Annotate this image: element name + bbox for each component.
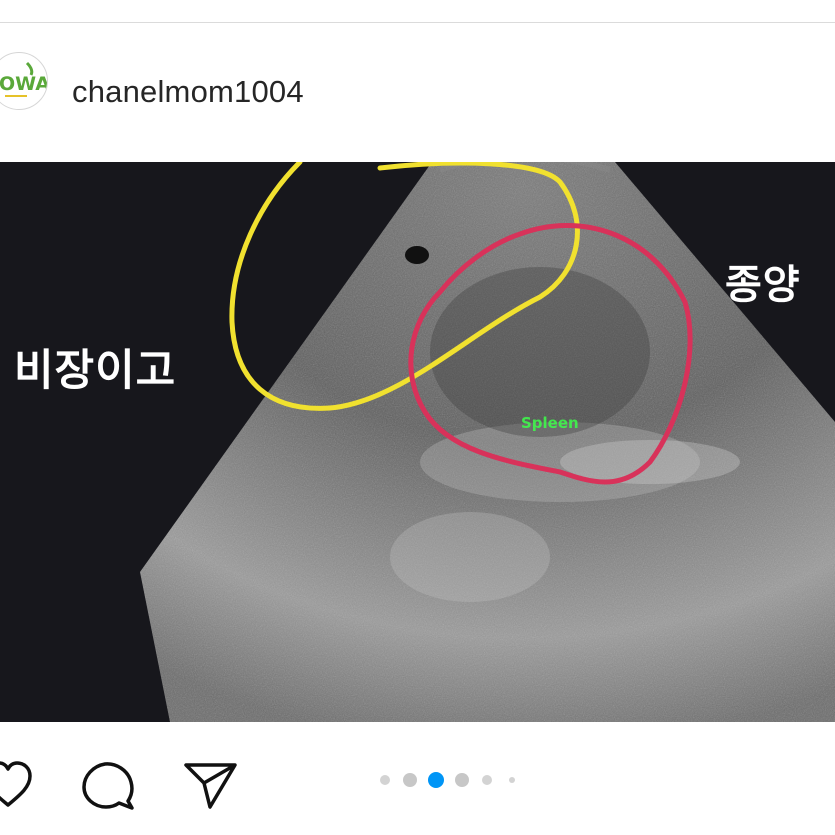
carousel-dot	[455, 773, 469, 787]
avatar-logo: OWA	[0, 54, 47, 108]
carousel-dot	[482, 775, 492, 785]
username[interactable]: chanelmom1004	[72, 74, 304, 110]
ultrasound-image	[0, 162, 835, 722]
carousel-dot-active	[428, 772, 444, 788]
avatar-logo-text: OWA	[0, 73, 47, 95]
carousel-dot	[509, 777, 515, 783]
spleen-label: 비장이고	[14, 346, 177, 396]
avatar[interactable]: OWA	[0, 52, 48, 110]
post-header: OWA chanelmom1004	[0, 40, 835, 150]
scan-tag: Spleen	[521, 414, 579, 432]
top-divider	[0, 22, 835, 23]
carousel-dot	[403, 773, 417, 787]
carousel-indicator	[0, 771, 835, 791]
tumor-label: 종양	[725, 262, 801, 308]
post-media[interactable]: Spleen 비장이고 종양	[0, 162, 835, 722]
carousel-dot	[380, 775, 390, 785]
